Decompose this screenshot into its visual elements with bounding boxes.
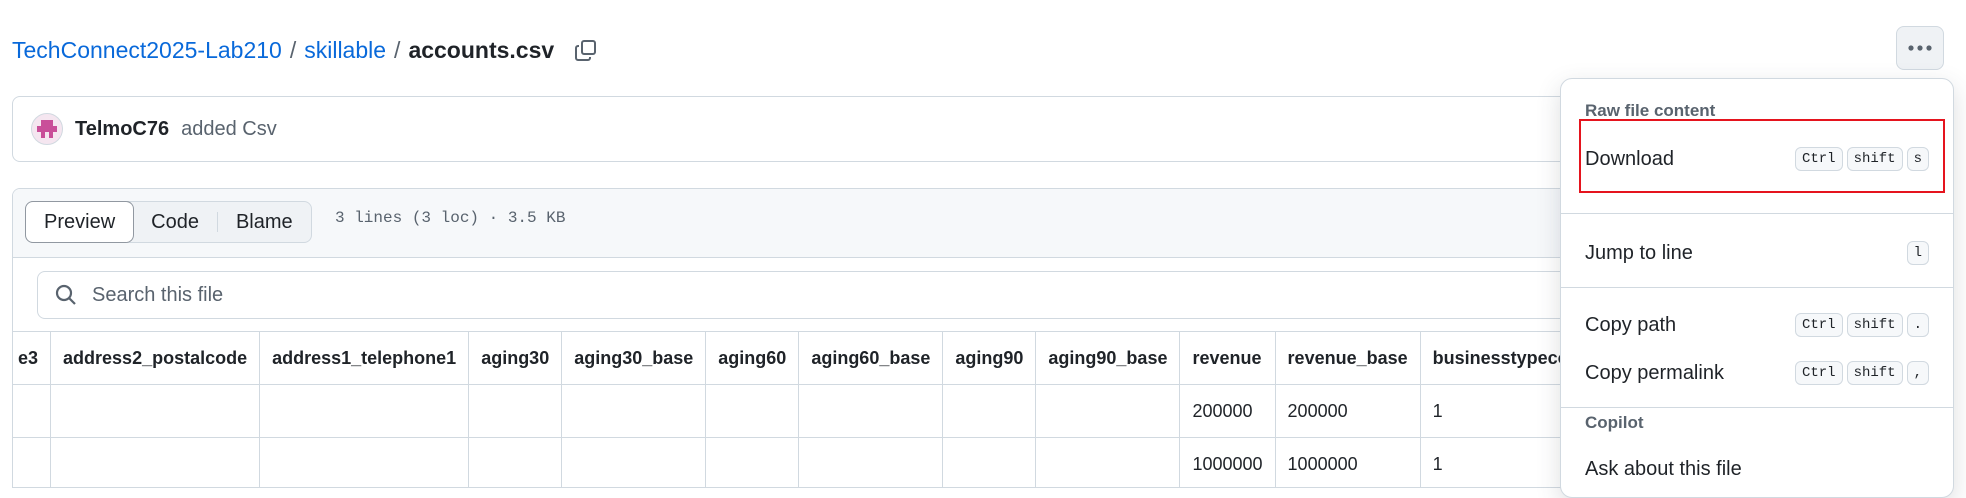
file-size-info: 3 lines (3 loc) · 3.5 KB	[335, 209, 566, 227]
menu-item-copy-path[interactable]: Copy path Ctrl shift .	[1561, 301, 1953, 349]
table-cell	[468, 437, 563, 487]
table-cell	[705, 384, 800, 438]
table-cell	[50, 384, 261, 438]
table-cell	[468, 384, 563, 438]
table-cell	[561, 437, 707, 487]
table-cell	[942, 384, 1037, 438]
view-mode-segmented-control: Preview Code Blame	[25, 201, 312, 243]
copy-path-button[interactable]	[572, 36, 600, 64]
table-cell: 200000	[1179, 384, 1276, 438]
identicon-avatar-icon	[37, 120, 57, 138]
menu-item-ask-about-file[interactable]: Ask about this file	[1561, 445, 1953, 493]
column-header: aging30_base	[561, 331, 707, 385]
column-header: revenue	[1179, 331, 1276, 385]
column-header: aging60_base	[798, 331, 944, 385]
table-cell	[1035, 437, 1181, 487]
copy-icon	[575, 40, 597, 61]
breadcrumb-repo-link[interactable]: TechConnect2025-Lab210	[12, 37, 282, 64]
latest-commit-bar: TelmoC76 added Csv	[12, 96, 1672, 162]
csv-table: e3 address2_postalcode address1_telephon…	[13, 331, 1669, 487]
table-cell: 200000	[1274, 384, 1421, 438]
table-header-row: e3 address2_postalcode address1_telephon…	[13, 331, 1669, 385]
menu-divider	[1561, 213, 1953, 214]
column-header: aging90	[942, 331, 1037, 385]
shortcut-key: Ctrl	[1794, 147, 1843, 171]
column-header: address1_telephone1	[259, 331, 470, 385]
more-options-button[interactable]	[1896, 26, 1944, 70]
avatar[interactable]	[31, 113, 63, 145]
column-header: aging90_base	[1035, 331, 1181, 385]
file-header: Preview Code Blame 3 lines (3 loc) · 3.5…	[13, 189, 1671, 258]
file-viewer: Preview Code Blame 3 lines (3 loc) · 3.5…	[12, 188, 1672, 488]
shortcut-key: l	[1906, 241, 1929, 265]
menu-item-label: Jump to line	[1585, 241, 1693, 264]
shortcut-key: shift	[1846, 147, 1903, 171]
column-header: address2_postalcode	[50, 331, 261, 385]
menu-item-label: Download	[1585, 147, 1674, 170]
table-cell	[942, 437, 1037, 487]
breadcrumb-separator: /	[289, 36, 297, 63]
table-cell	[561, 384, 707, 438]
shortcut-key: ,	[1906, 361, 1929, 385]
column-header: revenue_base	[1274, 331, 1421, 385]
menu-group-copilot: Copilot	[1585, 413, 1644, 432]
table-row: 1000000 1000000 1	[13, 437, 1669, 487]
commit-author[interactable]: TelmoC76	[75, 118, 169, 141]
menu-item-copy-permalink[interactable]: Copy permalink Ctrl shift ,	[1561, 349, 1953, 397]
menu-divider	[1561, 407, 1953, 408]
menu-divider	[1561, 287, 1953, 288]
table-cell	[13, 437, 52, 487]
search-input[interactable]	[90, 282, 1494, 308]
shortcut-key: Ctrl	[1794, 313, 1843, 337]
table-cell	[259, 437, 470, 487]
table-cell	[1035, 384, 1181, 438]
commit-message[interactable]: added Csv	[181, 118, 277, 141]
breadcrumb-folder-link[interactable]: skillable	[304, 37, 386, 64]
breadcrumb: TechConnect2025-Lab210 / skillable / acc…	[12, 30, 600, 70]
shortcut-key: Ctrl	[1794, 361, 1843, 385]
shortcut-key: .	[1906, 313, 1929, 337]
menu-item-label: Ask about this file	[1585, 457, 1742, 480]
table-cell	[798, 437, 944, 487]
file-actions-menu: Raw file content Download Ctrl shift s J…	[1560, 78, 1954, 498]
table-cell	[50, 437, 261, 487]
table-row: 200000 200000 1	[13, 384, 1669, 438]
tab-preview[interactable]: Preview	[25, 201, 135, 243]
column-header: aging30	[468, 331, 563, 385]
tab-blame[interactable]: Blame	[218, 202, 311, 242]
menu-item-jump-to-line[interactable]: Jump to line l	[1561, 229, 1953, 277]
table-cell	[259, 384, 470, 438]
menu-item-download[interactable]: Download Ctrl shift s	[1561, 135, 1953, 183]
breadcrumb-separator: /	[394, 36, 401, 63]
shortcut-key: s	[1906, 147, 1929, 171]
column-header: e3	[13, 331, 52, 385]
table-cell	[13, 384, 52, 438]
table-cell: 1000000	[1274, 437, 1421, 487]
column-header: aging60	[705, 331, 800, 385]
tab-code[interactable]: Code	[133, 202, 217, 242]
shortcut-key: shift	[1846, 313, 1903, 337]
kebab-horizontal-icon	[1908, 45, 1932, 51]
menu-group-raw-file-content: Raw file content	[1585, 101, 1716, 120]
table-cell: 1000000	[1179, 437, 1276, 487]
search-icon	[55, 284, 76, 305]
menu-item-label: Copy path	[1585, 313, 1677, 336]
menu-item-label: Copy permalink	[1585, 361, 1724, 384]
breadcrumb-current-file: accounts.csv	[408, 36, 555, 63]
table-cell	[798, 384, 944, 438]
search-box[interactable]	[37, 271, 1637, 319]
shortcut-key: shift	[1846, 361, 1903, 385]
table-cell	[705, 437, 800, 487]
